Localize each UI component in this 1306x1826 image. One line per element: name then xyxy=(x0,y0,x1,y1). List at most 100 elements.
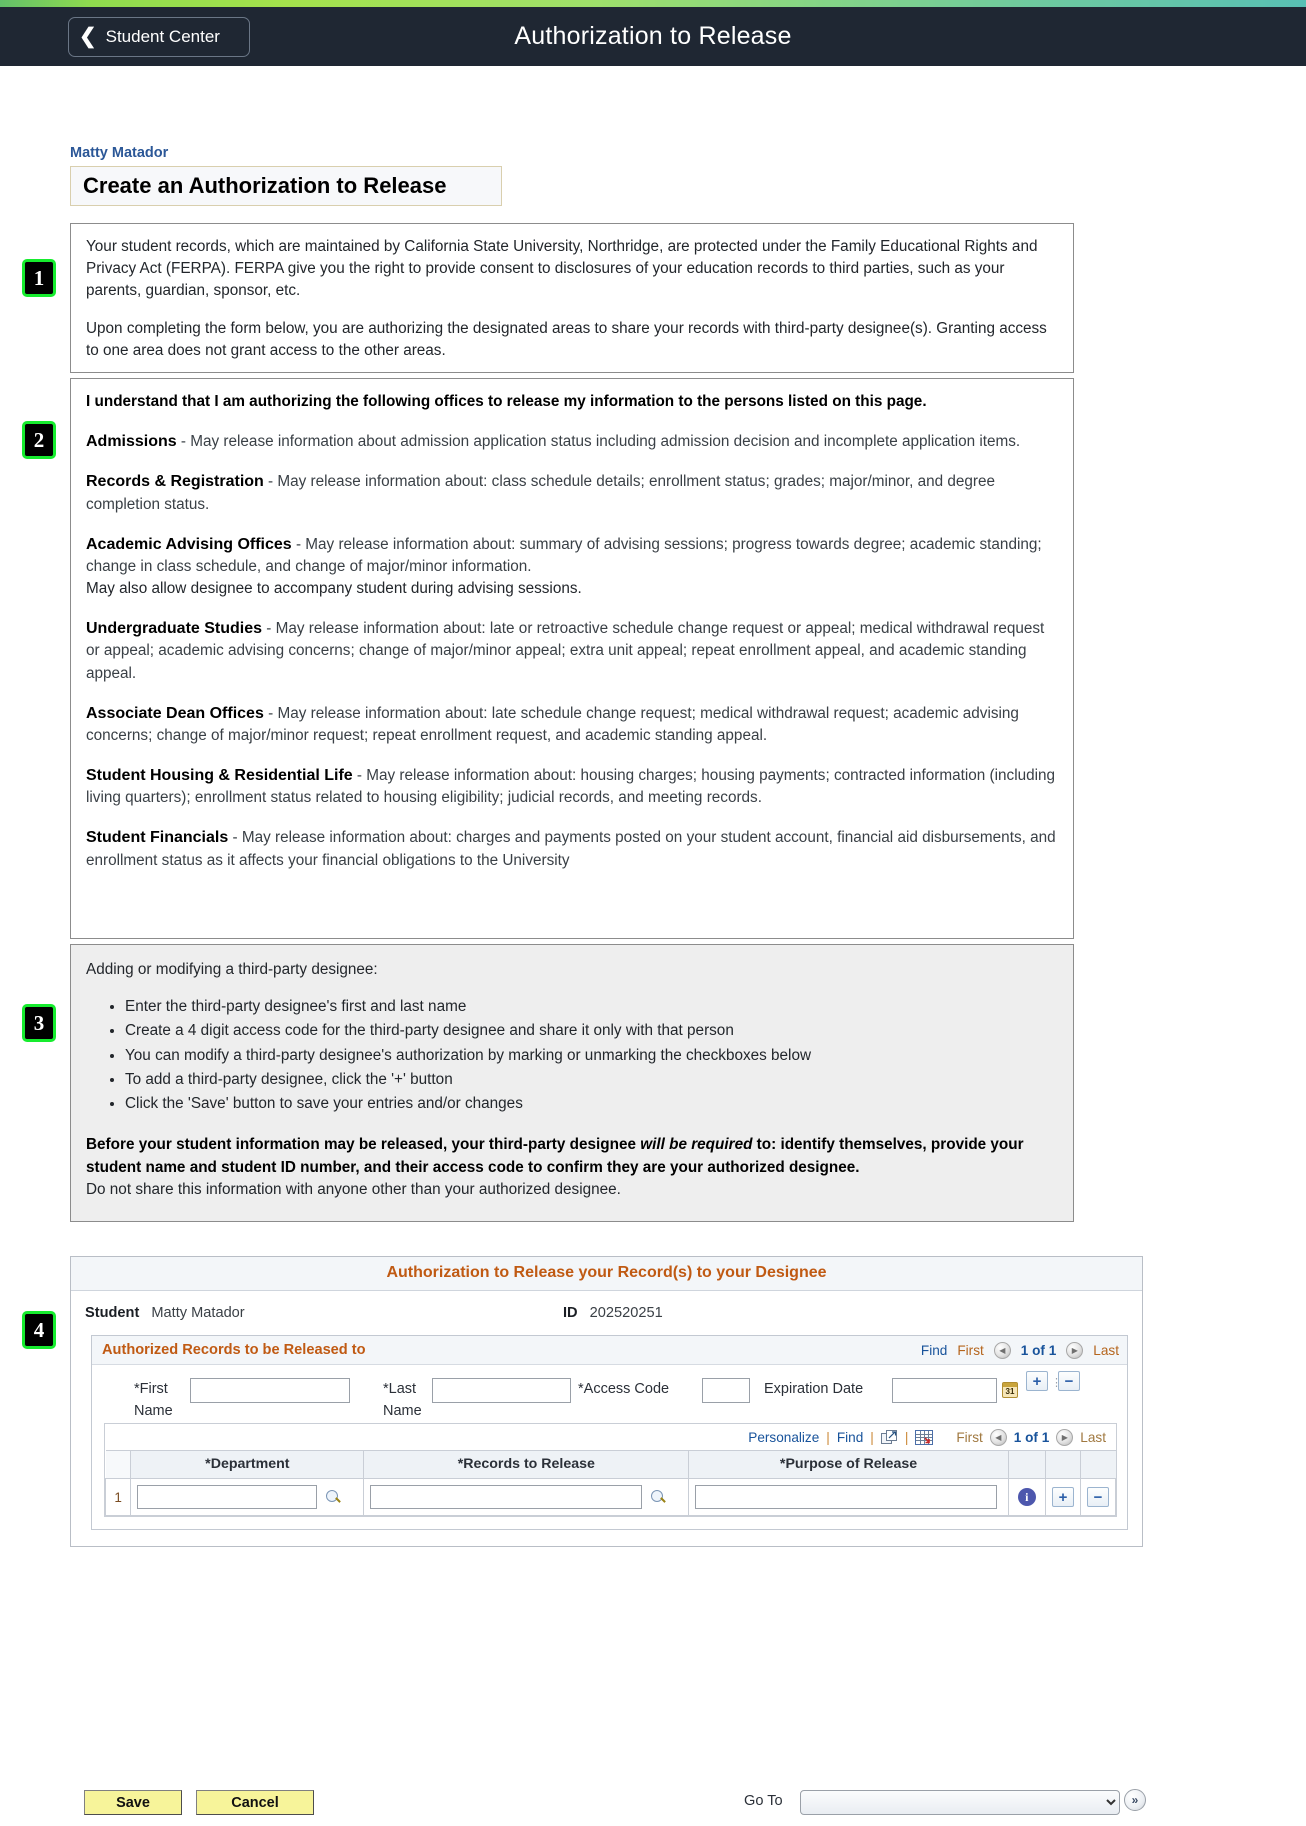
remove-row-cell: − xyxy=(1079,1478,1117,1516)
row-number: 1 xyxy=(104,1478,132,1516)
office-name: Associate Dean Offices xyxy=(86,704,264,722)
ferpa-notice-box: Your student records, which are maintain… xyxy=(70,223,1074,373)
grid-previous-button[interactable]: ◀ xyxy=(989,1428,1007,1446)
row-number-header xyxy=(105,1450,132,1479)
grid-find-link[interactable]: Find xyxy=(837,1430,863,1445)
designee-fields-row: *First Name *Last Name *Access Code Expi… xyxy=(92,1365,1127,1423)
authorized-records-title: Authorized Records to be Released to xyxy=(102,1342,366,1358)
cancel-button[interactable]: Cancel xyxy=(196,1790,314,1815)
last-name-input[interactable] xyxy=(432,1378,571,1403)
remove-designee-button[interactable]: − xyxy=(1058,1371,1080,1391)
personalize-link[interactable]: Personalize xyxy=(748,1430,819,1445)
go-to-label: Go To xyxy=(744,1793,783,1809)
grid-last-label[interactable]: Last xyxy=(1080,1430,1106,1445)
list-item: You can modify a third-party designee's … xyxy=(125,1044,1059,1067)
record-counter: 1 of 1 xyxy=(1020,1342,1057,1358)
list-item: To add a third-party designee, click the… xyxy=(125,1068,1059,1091)
remove-record-row-button[interactable]: − xyxy=(1086,1487,1109,1507)
offices-lead-statement: I understand that I am authorizing the f… xyxy=(86,393,927,410)
access-code-input[interactable] xyxy=(702,1378,750,1403)
calendar-icon[interactable]: 31 xyxy=(1002,1382,1018,1398)
previous-record-button[interactable]: ◀ xyxy=(993,1341,1011,1359)
records-table: *Department *Records to Release *Purpose… xyxy=(104,1450,1117,1516)
ferpa-paragraph-1: Your student records, which are maintain… xyxy=(86,238,1038,300)
office-undergraduate-studies: Undergraduate Studies - May release info… xyxy=(79,618,1059,685)
department-input[interactable] xyxy=(137,1485,318,1509)
office-name: Records & Registration xyxy=(86,473,264,491)
download-to-excel-icon[interactable] xyxy=(915,1429,934,1445)
column-header-purpose-of-release[interactable]: *Purpose of Release xyxy=(688,1450,1009,1479)
list-item: Enter the third-party designee's first a… xyxy=(125,995,1059,1018)
annotation-marker-3: 3 xyxy=(22,1004,56,1042)
column-header-add xyxy=(1044,1450,1081,1479)
do-not-share-note: Do not share this information with anyon… xyxy=(86,1181,621,1199)
page-title: Create an Authorization to Release xyxy=(83,173,447,198)
next-record-button[interactable]: ▶ xyxy=(1066,1341,1084,1359)
back-button-label: Student Center xyxy=(105,27,220,46)
ferpa-paragraph-2: Upon completing the form below, you are … xyxy=(86,319,1047,359)
first-label[interactable]: First xyxy=(957,1343,983,1358)
go-to-select[interactable] xyxy=(800,1790,1120,1815)
department-lookup-icon[interactable] xyxy=(326,1489,341,1505)
first-name-input[interactable] xyxy=(190,1378,350,1403)
last-label[interactable]: Last xyxy=(1093,1343,1119,1358)
save-button[interactable]: Save xyxy=(84,1790,182,1815)
id-value: 202520251 xyxy=(589,1305,663,1321)
expiration-date-input[interactable] xyxy=(892,1378,997,1403)
office-academic-advising: Academic Advising Offices - May release … xyxy=(79,534,1059,601)
grid-first-label[interactable]: First xyxy=(956,1430,982,1445)
back-to-student-center-button[interactable]: ❮ Student Center xyxy=(68,17,250,57)
office-records-registration: Records & Registration - May release inf… xyxy=(79,471,1059,515)
office-description-extra: May also allow designee to accompany stu… xyxy=(86,580,582,598)
records-to-release-input[interactable] xyxy=(370,1485,643,1509)
column-header-department[interactable]: *Department xyxy=(130,1450,365,1479)
access-code-label: *Access Code xyxy=(578,1381,670,1397)
department-cell xyxy=(130,1478,365,1516)
view-all-icon[interactable] xyxy=(880,1429,898,1445)
first-name-label-line2: Name xyxy=(134,1403,173,1419)
offices-disclosure-box: I understand that I am authorizing the f… xyxy=(70,378,1074,939)
records-grid-wrapper: Personalize | Find | | First ◀ 1 of 1 ▶ … xyxy=(104,1423,1117,1517)
designee-instruction-list: Enter the third-party designee's first a… xyxy=(79,995,1059,1115)
expiration-date-label: Expiration Date xyxy=(764,1381,864,1397)
office-admissions: Admissions - May release information abo… xyxy=(79,431,1059,453)
records-grid-toolbar: Personalize | Find | | First ◀ 1 of 1 ▶ … xyxy=(105,1424,1116,1450)
table-header-row: *Department *Records to Release *Purpose… xyxy=(105,1450,1116,1479)
last-name-label: *Last xyxy=(383,1381,417,1397)
top-gradient-strip xyxy=(0,0,1306,7)
annotation-marker-4: 4 xyxy=(22,1311,56,1349)
column-header-records-to-release[interactable]: *Records to Release xyxy=(363,1450,690,1479)
double-chevron-right-icon[interactable]: » xyxy=(1124,1789,1146,1811)
office-name: Student Financials xyxy=(86,829,229,847)
student-label: Student xyxy=(85,1305,140,1321)
add-designee-button[interactable]: + xyxy=(1026,1371,1048,1391)
office-description: - May release information about: charges… xyxy=(86,829,1056,869)
chevron-left-icon: ❮ xyxy=(79,24,97,48)
info-cell: i xyxy=(1007,1478,1046,1516)
add-record-row-button[interactable]: + xyxy=(1051,1487,1074,1507)
grid-next-button[interactable]: ▶ xyxy=(1056,1428,1074,1446)
toolbar-separator: | xyxy=(870,1429,874,1445)
footer-action-bar: Save Cancel Go To » xyxy=(0,1778,1306,1826)
student-identity-row: Student Matty Matador ID 202520251 xyxy=(71,1291,1142,1335)
student-name-link[interactable]: Matty Matador xyxy=(70,145,168,161)
office-description: - May release information about admissio… xyxy=(176,433,1021,451)
authorization-panel-title: Authorization to Release your Record(s) … xyxy=(71,1257,1142,1291)
office-name: Admissions xyxy=(86,433,177,451)
records-to-release-lookup-icon[interactable] xyxy=(651,1489,666,1505)
info-icon[interactable]: i xyxy=(1017,1488,1036,1507)
purpose-of-release-input[interactable] xyxy=(695,1485,998,1509)
office-associate-dean: Associate Dean Offices - May release inf… xyxy=(79,703,1059,747)
records-to-release-cell xyxy=(363,1478,690,1516)
app-header-bar: ❮ Student Center Authorization to Releas… xyxy=(0,7,1306,66)
authorized-records-card: Authorized Records to be Released to Fin… xyxy=(91,1335,1128,1530)
designee-instructions-box: Adding or modifying a third-party design… xyxy=(70,944,1074,1222)
office-name: Student Housing & Residential Life xyxy=(86,767,353,785)
office-student-housing: Student Housing & Residential Life - May… xyxy=(79,765,1059,809)
purpose-of-release-cell xyxy=(688,1478,1009,1516)
record-scroll-controls: Find First ◀ 1 of 1 ▶ Last xyxy=(921,1341,1119,1359)
add-row-cell: + xyxy=(1044,1478,1081,1516)
office-student-financials: Student Financials - May release informa… xyxy=(79,827,1059,871)
authorized-records-header: Authorized Records to be Released to Fin… xyxy=(92,1336,1127,1365)
find-link[interactable]: Find xyxy=(921,1343,947,1358)
